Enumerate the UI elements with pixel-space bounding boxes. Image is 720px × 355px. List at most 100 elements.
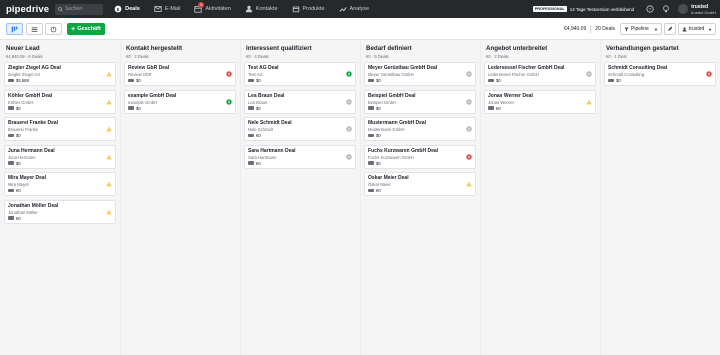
- stage-header: Angebot unterbreitet €0 · 2 Deals: [480, 41, 600, 62]
- nav-item-label: Produkte: [302, 6, 325, 12]
- overdue-activity-icon[interactable]: [706, 71, 712, 77]
- person-count-icon: [488, 78, 494, 83]
- add-deal-button[interactable]: + Geschäft: [67, 23, 105, 35]
- deal-card[interactable]: Test AG Deal Test AG $0: [244, 62, 356, 86]
- warning-icon[interactable]: [106, 181, 112, 187]
- deals-count: 20 Deals: [595, 26, 615, 32]
- deal-title: example GmbH Deal: [128, 92, 177, 99]
- deal-value: €0: [16, 215, 21, 221]
- stage-title: Verhandlungen gestartet: [606, 45, 679, 52]
- deal-organization: Juna Hermann: [8, 154, 36, 160]
- deal-card[interactable]: Meyer Gerüstbau GmbH Deal Meyer Gerüstbau…: [364, 62, 476, 86]
- deal-card[interactable]: Review GbR Deal Review GbR $0: [124, 62, 236, 86]
- add-deal-label: Geschäft: [77, 26, 101, 32]
- scheduled-activity-icon[interactable]: [346, 71, 352, 77]
- list-view-button[interactable]: [26, 23, 43, 35]
- deal-card[interactable]: Lea Braun Deal Lea Braun $0: [244, 89, 356, 114]
- deal-card[interactable]: Ledersessel Fischer GmbH Deal Ledersessel…: [484, 62, 596, 86]
- deal-title: Juna Hermann Deal: [8, 147, 55, 154]
- deal-title: Sara Hartmann Deal: [248, 147, 296, 154]
- deal-value-row: $0: [368, 78, 472, 83]
- deal-organization: Test AG: [248, 72, 263, 77]
- warning-icon[interactable]: [466, 181, 472, 187]
- no-activity-icon[interactable]: [346, 126, 352, 132]
- nav-item-produkte[interactable]: Produkte: [285, 0, 332, 18]
- nav-item-kontakte[interactable]: Kontakte: [238, 0, 285, 18]
- deal-card[interactable]: Sara Hartmann Deal Sara Hartmann €0: [244, 144, 356, 169]
- deal-card[interactable]: Jonathan Möller Deal Jonathan Möller €0: [4, 199, 116, 224]
- owner-filter-select[interactable]: trusted ▼: [678, 23, 716, 35]
- deal-organization: Meyer Gerüstbau GmbH: [368, 72, 414, 77]
- deal-card[interactable]: Nele Schmidt Deal Nele Schmidt €0: [244, 117, 356, 141]
- pipeline-select[interactable]: Pipeline ▼: [620, 23, 662, 35]
- pipeline-view-icon: [11, 26, 18, 32]
- person-count-icon: [368, 78, 374, 83]
- warning-icon[interactable]: [106, 71, 112, 77]
- stage-column: Verhandlungen gestartet €0 · 1 Deal Schmid…: [600, 41, 720, 355]
- warning-icon[interactable]: [106, 126, 112, 132]
- no-activity-icon[interactable]: [346, 98, 352, 105]
- deal-organization: Lea Braun: [248, 99, 268, 105]
- box-icon: [292, 6, 299, 13]
- nav-item-deals[interactable]: $ Deals: [107, 0, 147, 18]
- deal-card[interactable]: Schmidt Consulting Deal Schmidt Consultin…: [604, 62, 716, 86]
- person-count-icon: [128, 78, 134, 83]
- deal-card[interactable]: Jonas Werner Deal Jonas Werner €0: [484, 89, 596, 114]
- user-menu[interactable]: trusted trusted GmbH: [691, 4, 716, 15]
- pipeline-view-button[interactable]: [6, 23, 23, 35]
- deal-organization: Ziegler Ziegel AG: [8, 72, 41, 77]
- no-activity-icon[interactable]: [466, 71, 472, 77]
- deal-value-row: $0: [8, 106, 112, 111]
- deal-card[interactable]: example GmbH Deal example GmbH $0: [124, 89, 236, 114]
- scheduled-activity-icon[interactable]: [226, 98, 232, 105]
- deal-organization: Nele Schmidt: [248, 127, 273, 132]
- deal-value-row: $0: [368, 133, 472, 138]
- deal-card[interactable]: Fuchs Kurzwaren GmbH Deal Fuchs Kurzwaren…: [364, 144, 476, 169]
- edit-pipeline-button[interactable]: [664, 23, 676, 35]
- nav-item-email[interactable]: E-Mail: [147, 0, 188, 18]
- warning-icon[interactable]: [586, 98, 592, 105]
- person-count-icon: [128, 106, 134, 110]
- no-activity-icon[interactable]: [466, 98, 472, 105]
- deal-card[interactable]: Mustermann GmbH Deal Mustermann GmbH $0: [364, 117, 476, 141]
- trial-remaining-link[interactable]: 14 Tage Testversion verbleibend: [570, 7, 634, 12]
- nav-item-aktivitäten[interactable]: 5 Aktivitäten: [187, 0, 237, 18]
- deal-card[interactable]: Köhler GmbH Deal Köhler GmbH $0: [4, 89, 116, 114]
- deal-card[interactable]: Mira Mayer Deal Mira Mayer €0: [4, 172, 116, 196]
- no-activity-icon[interactable]: [586, 71, 592, 77]
- svg-text:?: ?: [649, 7, 652, 13]
- dollar-icon: $: [114, 5, 122, 13]
- no-activity-icon[interactable]: [466, 126, 472, 132]
- deal-card[interactable]: Oskar Meier Deal Oskar Meier €0: [364, 172, 476, 196]
- deal-organization: Jonathan Möller: [8, 209, 38, 215]
- no-activity-icon[interactable]: [346, 153, 352, 160]
- stage-header: Verhandlungen gestartet €0 · 1 Deal: [600, 41, 720, 62]
- avatar[interactable]: [678, 4, 689, 14]
- warning-icon[interactable]: [106, 98, 112, 105]
- deal-value-row: $0: [248, 106, 352, 111]
- search-input[interactable]: Suchen: [55, 3, 104, 15]
- deal-card[interactable]: Ziegler Ziegel AG Deal Ziegler Ziegel AG $…: [4, 62, 116, 86]
- stage-column: Interessent qualifiziert €0 · 4 Deals Test…: [240, 41, 360, 355]
- deal-title: Ziegler Ziegel AG Deal: [8, 65, 61, 71]
- lightbulb-icon[interactable]: [662, 5, 670, 13]
- deal-value-row: $0: [128, 106, 232, 111]
- stage-column: Neuer Lead €4,940.09 · 6 Deals Ziegler Zie…: [0, 41, 120, 355]
- overdue-activity-icon[interactable]: [226, 71, 232, 77]
- warning-icon[interactable]: [106, 153, 112, 160]
- top-navigation-bar: pipedrive Suchen $ Deals E-Mail 5 Aktivitäte…: [0, 0, 720, 18]
- deal-card[interactable]: Beispiel GmbH Deal Beispiel GmbH $0: [364, 89, 476, 114]
- forecast-view-button[interactable]: [45, 23, 62, 35]
- overdue-activity-icon[interactable]: [466, 153, 472, 160]
- warning-icon[interactable]: [106, 208, 112, 215]
- column-divider: [360, 41, 361, 355]
- chevron-down-icon: ▼: [654, 26, 658, 32]
- nav-item-analyse[interactable]: Analyse: [332, 0, 377, 18]
- person-count-icon: [488, 106, 494, 110]
- pipeline-select-label: Pipeline: [631, 26, 649, 32]
- deal-card[interactable]: Juna Hermann Deal Juna Hermann $0: [4, 144, 116, 169]
- pipedrive-logo[interactable]: pipedrive: [6, 4, 49, 15]
- help-icon[interactable]: ?: [646, 5, 654, 13]
- deal-title: Nele Schmidt Deal: [248, 120, 292, 126]
- deal-card[interactable]: Brauerei Franke Deal Brauerei Franke $0: [4, 117, 116, 141]
